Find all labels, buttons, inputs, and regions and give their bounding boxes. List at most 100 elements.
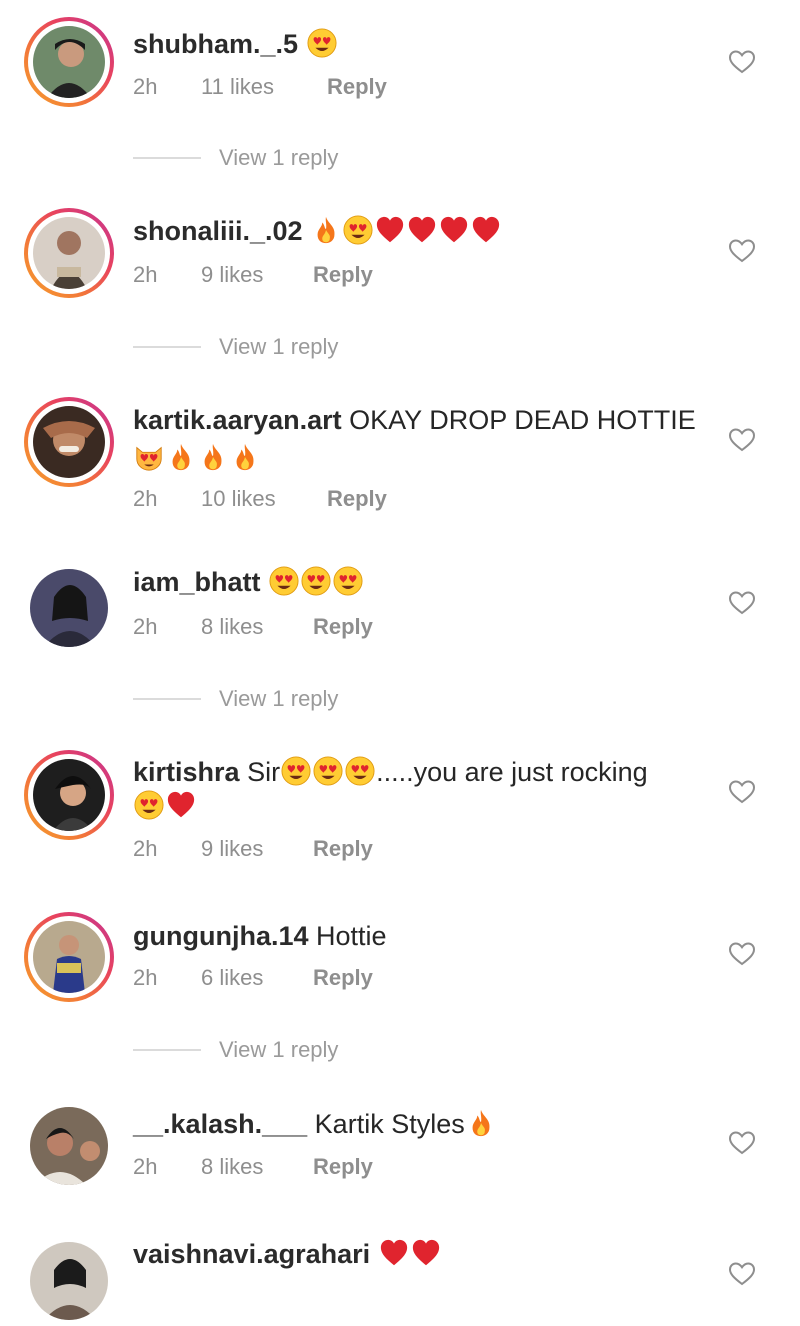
emoji-row: [268, 567, 364, 597]
comment-body: Sir: [247, 757, 281, 787]
emoji-row: [310, 216, 502, 246]
reply-button[interactable]: Reply: [327, 74, 387, 100]
fire-icon: [166, 442, 196, 472]
comment-likes[interactable]: 9 likes: [201, 262, 313, 288]
avatar[interactable]: [24, 912, 114, 1002]
comment-time: 2h: [133, 74, 158, 99]
comment-text: kartik.aaryan.art OKAY DROP DEAD HOTTIE: [133, 402, 713, 438]
emoji-row: [133, 440, 713, 476]
red-heart-icon: [439, 215, 469, 245]
like-heart-icon[interactable]: [728, 1261, 756, 1287]
like-heart-icon[interactable]: [728, 49, 756, 75]
heart-eyes-icon: [343, 215, 373, 245]
comment-time: 2h: [133, 486, 158, 511]
comment-likes[interactable]: 8 likes: [201, 614, 313, 640]
comment-meta: 2h 9 likes Reply: [133, 262, 373, 288]
reply-button[interactable]: Reply: [313, 614, 373, 640]
comment-meta: 2h 11 likes Reply: [133, 74, 387, 100]
view-replies-button[interactable]: View 1 reply: [133, 1037, 338, 1063]
comment-username[interactable]: shonaliii._.02: [133, 216, 303, 246]
fire-icon: [311, 215, 341, 245]
comment-username[interactable]: vaishnavi.agrahari: [133, 1239, 370, 1269]
view-replies-label: View 1 reply: [219, 686, 339, 711]
red-heart-icon: [166, 790, 196, 820]
comment-likes[interactable]: 8 likes: [201, 1154, 313, 1180]
comment-body: Kartik Styles: [314, 1109, 465, 1139]
comment-time: 2h: [133, 262, 158, 287]
avatar[interactable]: [24, 1236, 114, 1326]
red-heart-icon: [379, 1238, 409, 1268]
comment-meta: 2h 10 likes Reply: [133, 486, 387, 512]
reply-button[interactable]: Reply: [313, 262, 373, 288]
emoji-row: [306, 29, 338, 59]
view-replies-label: View 1 reply: [219, 145, 339, 170]
reply-button[interactable]: Reply: [313, 1154, 373, 1180]
like-heart-icon[interactable]: [728, 238, 756, 264]
view-replies-button[interactable]: View 1 reply: [133, 334, 338, 360]
view-replies-label: View 1 reply: [219, 1037, 339, 1062]
heart-eyes-icon: [313, 756, 343, 786]
emoji-row: [280, 757, 376, 787]
comment-text: vaishnavi.agrahari: [133, 1236, 713, 1272]
reply-button[interactable]: Reply: [313, 836, 373, 862]
reply-button[interactable]: Reply: [327, 486, 387, 512]
heart-eyes-icon: [281, 756, 311, 786]
like-heart-icon[interactable]: [728, 941, 756, 967]
emoji-row: [465, 1109, 497, 1139]
avatar[interactable]: [24, 397, 114, 487]
comment-meta: 2h 9 likes Reply: [133, 836, 373, 862]
view-replies-button[interactable]: View 1 reply: [133, 145, 338, 171]
view-replies-line: [133, 346, 201, 348]
heart-eyes-icon: [333, 566, 363, 596]
view-replies-line: [133, 157, 201, 159]
comment-text: shubham._.5: [133, 26, 713, 62]
avatar[interactable]: [24, 208, 114, 298]
avatar[interactable]: [24, 1101, 114, 1191]
fire-icon: [466, 1108, 496, 1138]
comment-username[interactable]: __.kalash.___: [133, 1109, 307, 1139]
comment-username[interactable]: kirtishra: [133, 757, 240, 787]
heart-eyes-icon: [134, 790, 164, 820]
comment-username[interactable]: kartik.aaryan.art: [133, 405, 342, 435]
comment-username[interactable]: gungunjha.14: [133, 921, 309, 951]
comment-likes[interactable]: 10 likes: [201, 486, 327, 512]
comment-likes[interactable]: 9 likes: [201, 836, 313, 862]
comment-text: iam_bhatt: [133, 564, 713, 600]
emoji-row: [133, 788, 713, 824]
heart-eyes-icon: [269, 566, 299, 596]
emoji-row: [133, 791, 197, 821]
comment-text: __.kalash.___ Kartik Styles: [133, 1106, 713, 1142]
like-heart-icon[interactable]: [728, 1130, 756, 1156]
red-heart-icon: [411, 1238, 441, 1268]
view-replies-label: View 1 reply: [219, 334, 339, 359]
comment-likes[interactable]: 6 likes: [201, 965, 313, 991]
comment-meta: 2h 8 likes Reply: [133, 614, 373, 640]
comment-likes[interactable]: 11 likes: [201, 74, 327, 100]
comment-meta: 2h 8 likes Reply: [133, 1154, 373, 1180]
comment-text: shonaliii._.02: [133, 213, 713, 249]
comment-time: 2h: [133, 836, 158, 861]
avatar[interactable]: [24, 17, 114, 107]
heart-eyes-icon: [307, 28, 337, 58]
comment-body: Hottie: [316, 921, 387, 951]
comment-username[interactable]: shubham._.5: [133, 29, 298, 59]
like-heart-icon[interactable]: [728, 590, 756, 616]
view-replies-button[interactable]: View 1 reply: [133, 686, 338, 712]
like-heart-icon[interactable]: [728, 427, 756, 453]
comment-username[interactable]: iam_bhatt: [133, 567, 261, 597]
like-heart-icon[interactable]: [728, 779, 756, 805]
comment-time: 2h: [133, 965, 158, 990]
avatar[interactable]: [24, 750, 114, 840]
red-heart-icon: [375, 215, 405, 245]
emoji-row: [378, 1239, 442, 1269]
comment-text: gungunjha.14 Hottie: [133, 918, 713, 954]
comment-body: OKAY DROP DEAD HOTTIE: [349, 405, 696, 435]
emoji-row: [133, 443, 261, 473]
comment-text: kirtishra Sir .....you are just rocking: [133, 754, 713, 790]
heart-eyes-cat-icon: [134, 442, 164, 472]
comment-body-continued: .....you are just rocking: [376, 757, 648, 787]
heart-eyes-icon: [345, 756, 375, 786]
reply-button[interactable]: Reply: [313, 965, 373, 991]
avatar[interactable]: [24, 563, 114, 653]
heart-eyes-icon: [301, 566, 331, 596]
